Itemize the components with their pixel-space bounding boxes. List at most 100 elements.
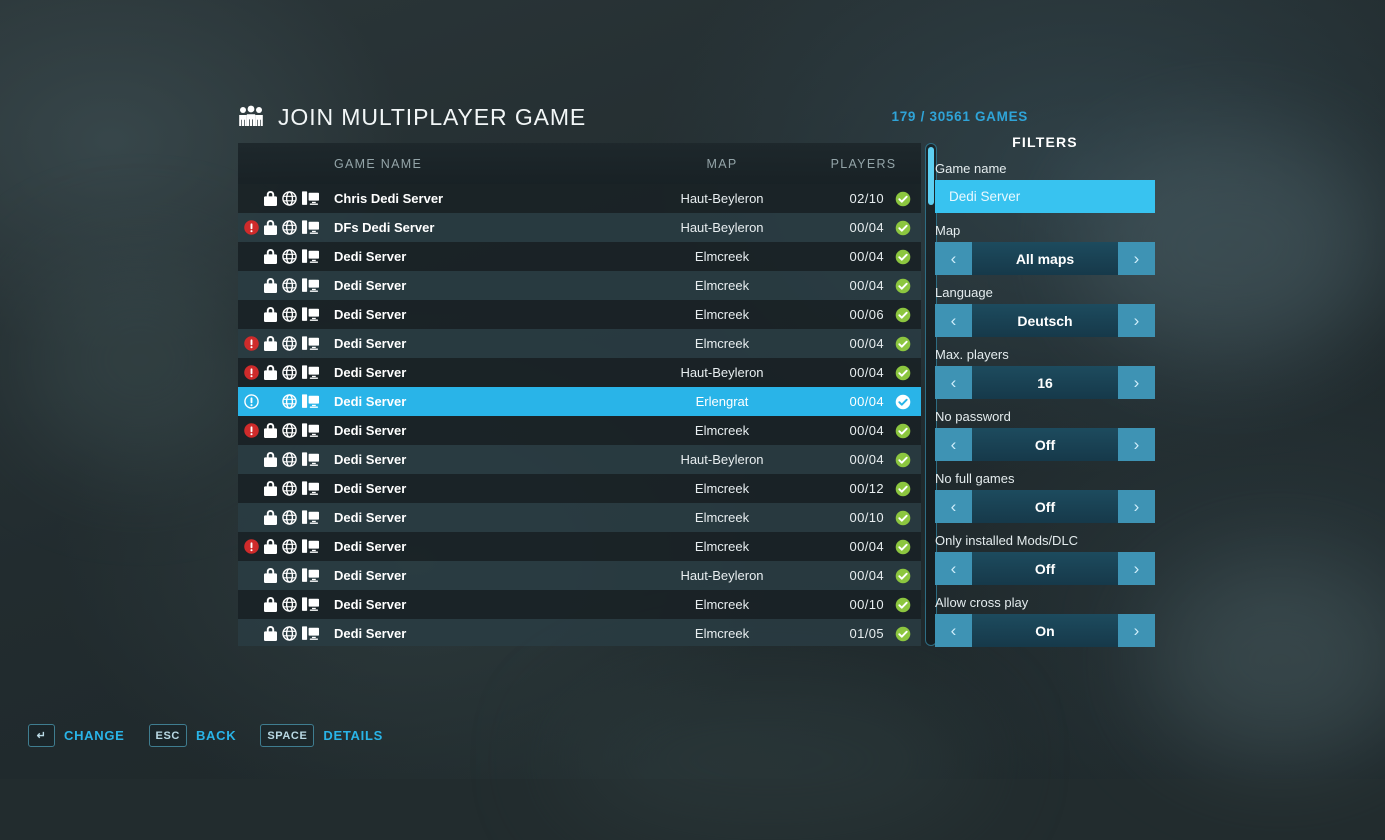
row-map: Elmcreek <box>638 278 806 293</box>
no-full-games-prev-arrow-icon[interactable]: ‹ <box>935 490 972 523</box>
globe-icon <box>282 365 297 380</box>
row-players: 00/04 <box>806 220 884 235</box>
row-map: Elmcreek <box>638 249 806 264</box>
row-status-icons <box>264 336 334 351</box>
warning-icon <box>238 336 264 351</box>
row-players: 00/12 <box>806 481 884 496</box>
language-stepper[interactable]: ‹ Deutsch › <box>935 304 1155 337</box>
page-title: JOIN MULTIPLAYER GAME <box>278 104 586 131</box>
language-next-arrow-icon[interactable]: › <box>1118 304 1155 337</box>
max-players-stepper[interactable]: ‹ 16 › <box>935 366 1155 399</box>
table-row[interactable]: Dedi ServerErlengrat00/04DE <box>238 387 921 416</box>
server-icon <box>302 278 319 293</box>
key-hint-label: BACK <box>196 728 236 743</box>
row-status-icons <box>264 278 334 293</box>
max-players-prev-arrow-icon[interactable]: ‹ <box>935 366 972 399</box>
only-installed-value: Off <box>972 552 1118 585</box>
row-players: 00/04 <box>806 394 884 409</box>
filter-only-installed: Only installed Mods/DLC ‹ Off › <box>935 533 1155 585</box>
globe-icon <box>282 307 297 322</box>
key-hint[interactable]: ↵CHANGE <box>28 724 125 747</box>
language-value: Deutsch <box>972 304 1118 337</box>
row-status-icons <box>264 249 334 264</box>
filters-panel: FILTERS Game name Dedi Server Map ‹ All … <box>935 134 1155 657</box>
table-row[interactable]: Dedi ServerElmcreek00/04DE <box>238 329 921 358</box>
cross-play-prev-arrow-icon[interactable]: ‹ <box>935 614 972 647</box>
server-list-panel[interactable]: GAME NAME MAP PLAYERS Chris Dedi ServerH… <box>238 143 921 646</box>
map-stepper[interactable]: ‹ All maps › <box>935 242 1155 275</box>
table-row[interactable]: Dedi ServerElmcreek00/04DE <box>238 416 921 445</box>
row-players: 00/04 <box>806 568 884 583</box>
warning-icon <box>238 365 264 380</box>
row-map: Elmcreek <box>638 626 806 641</box>
no-full-games-stepper[interactable]: ‹ Off › <box>935 490 1155 523</box>
row-status-icons <box>264 423 334 438</box>
key-hint[interactable]: SPACE DETAILS <box>260 724 383 747</box>
key-hint-label: DETAILS <box>323 728 383 743</box>
filter-label-game-name: Game name <box>935 161 1155 176</box>
row-map: Elmcreek <box>638 539 806 554</box>
table-row[interactable]: Dedi ServerHaut-Beyleron00/04DE <box>238 561 921 590</box>
lock-icon <box>264 568 277 583</box>
row-map: Haut-Beyleron <box>638 365 806 380</box>
scrollbar-thumb[interactable] <box>928 147 934 205</box>
no-full-games-next-arrow-icon[interactable]: › <box>1118 490 1155 523</box>
table-row[interactable]: Dedi ServerElmcreek00/12DE <box>238 474 921 503</box>
row-map: Erlengrat <box>638 394 806 409</box>
table-row[interactable]: Dedi ServerElmcreek00/04DE <box>238 271 921 300</box>
lock-icon <box>264 365 277 380</box>
map-prev-arrow-icon[interactable]: ‹ <box>935 242 972 275</box>
table-row[interactable]: Chris Dedi ServerHaut-Beyleron02/10DE <box>238 184 921 213</box>
table-row[interactable]: Dedi ServerElmcreek00/10DE <box>238 590 921 619</box>
row-status-icons <box>264 626 334 641</box>
row-game-name: Dedi Server <box>334 452 638 467</box>
table-row[interactable]: DFs Dedi ServerHaut-Beyleron00/04DE <box>238 213 921 242</box>
table-row[interactable]: Dedi ServerElmcreek01/05DE <box>238 619 921 646</box>
row-game-name: Dedi Server <box>334 626 638 641</box>
warning-icon <box>238 539 264 554</box>
lock-icon <box>264 423 277 438</box>
server-icon <box>302 452 319 467</box>
row-status-check-icon <box>884 539 921 555</box>
only-installed-next-arrow-icon[interactable]: › <box>1118 552 1155 585</box>
warning-icon <box>238 423 264 438</box>
table-row[interactable]: Dedi ServerElmcreek00/06DE <box>238 300 921 329</box>
globe-icon <box>282 278 297 293</box>
map-value: All maps <box>972 242 1118 275</box>
cross-play-next-arrow-icon[interactable]: › <box>1118 614 1155 647</box>
lock-icon <box>264 307 277 322</box>
row-status-check-icon <box>884 307 921 323</box>
background-blob <box>560 680 980 840</box>
only-installed-prev-arrow-icon[interactable]: ‹ <box>935 552 972 585</box>
row-players: 00/04 <box>806 539 884 554</box>
row-status-icons <box>264 510 334 525</box>
table-row[interactable]: Dedi ServerElmcreek00/04DE <box>238 242 921 271</box>
table-row[interactable]: Dedi ServerHaut-Beyleron00/04DE <box>238 358 921 387</box>
only-installed-stepper[interactable]: ‹ Off › <box>935 552 1155 585</box>
key-cap: ESC <box>149 724 187 747</box>
column-header-players: PLAYERS <box>806 157 921 171</box>
no-password-next-arrow-icon[interactable]: › <box>1118 428 1155 461</box>
row-game-name: Dedi Server <box>334 568 638 583</box>
globe-icon <box>282 452 297 467</box>
table-row[interactable]: Dedi ServerHaut-Beyleron00/04DE <box>238 445 921 474</box>
lock-icon <box>264 278 277 293</box>
filter-no-password: No password ‹ Off › <box>935 409 1155 461</box>
row-game-name: DFs Dedi Server <box>334 220 638 235</box>
table-row[interactable]: Dedi ServerElmcreek00/04DE <box>238 532 921 561</box>
globe-icon <box>282 249 297 264</box>
no-password-stepper[interactable]: ‹ Off › <box>935 428 1155 461</box>
row-status-check-icon <box>884 626 921 642</box>
row-players: 02/10 <box>806 191 884 206</box>
max-players-next-arrow-icon[interactable]: › <box>1118 366 1155 399</box>
no-password-prev-arrow-icon[interactable]: ‹ <box>935 428 972 461</box>
game-name-input[interactable]: Dedi Server <box>935 180 1155 213</box>
key-cap: SPACE <box>260 724 314 747</box>
table-row[interactable]: Dedi ServerElmcreek00/10DE <box>238 503 921 532</box>
language-prev-arrow-icon[interactable]: ‹ <box>935 304 972 337</box>
key-hint[interactable]: ESC BACK <box>149 724 237 747</box>
map-next-arrow-icon[interactable]: › <box>1118 242 1155 275</box>
server-list-rows: Chris Dedi ServerHaut-Beyleron02/10DEDFs… <box>238 184 921 646</box>
filter-cross-play: Allow cross play ‹ On › <box>935 595 1155 647</box>
cross-play-stepper[interactable]: ‹ On › <box>935 614 1155 647</box>
